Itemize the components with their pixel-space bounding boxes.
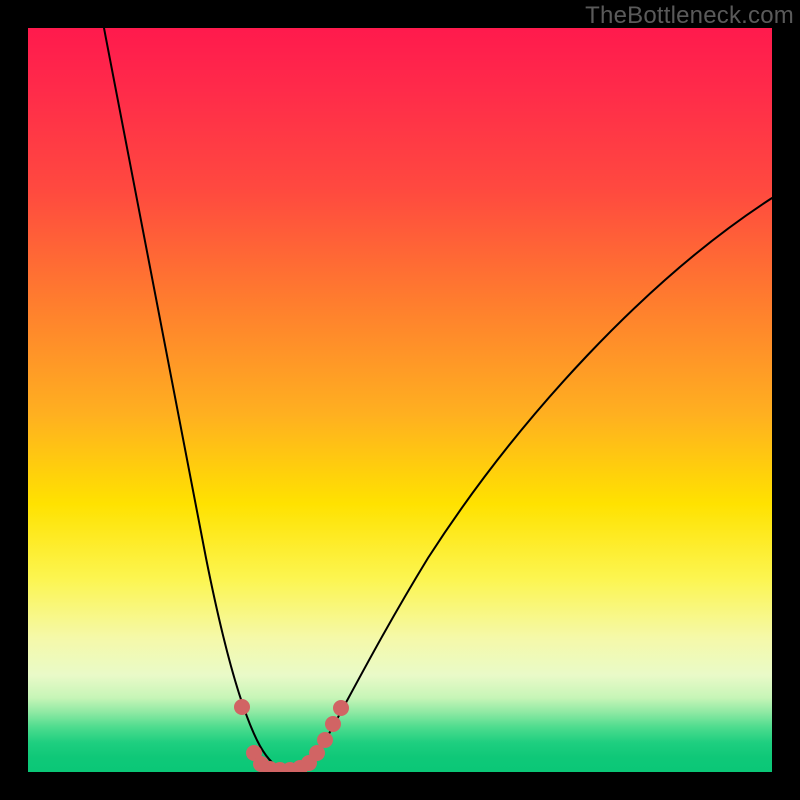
marker-dot	[317, 732, 333, 748]
marker-dot	[333, 700, 349, 716]
trough-markers	[234, 699, 349, 772]
watermark-text: TheBottleneck.com	[585, 2, 794, 30]
chart-svg	[28, 28, 772, 772]
marker-dot	[234, 699, 250, 715]
marker-dot	[325, 716, 341, 732]
curve-right-branch	[286, 198, 772, 770]
curve-left-branch	[104, 28, 286, 770]
chart-plot-area	[28, 28, 772, 772]
